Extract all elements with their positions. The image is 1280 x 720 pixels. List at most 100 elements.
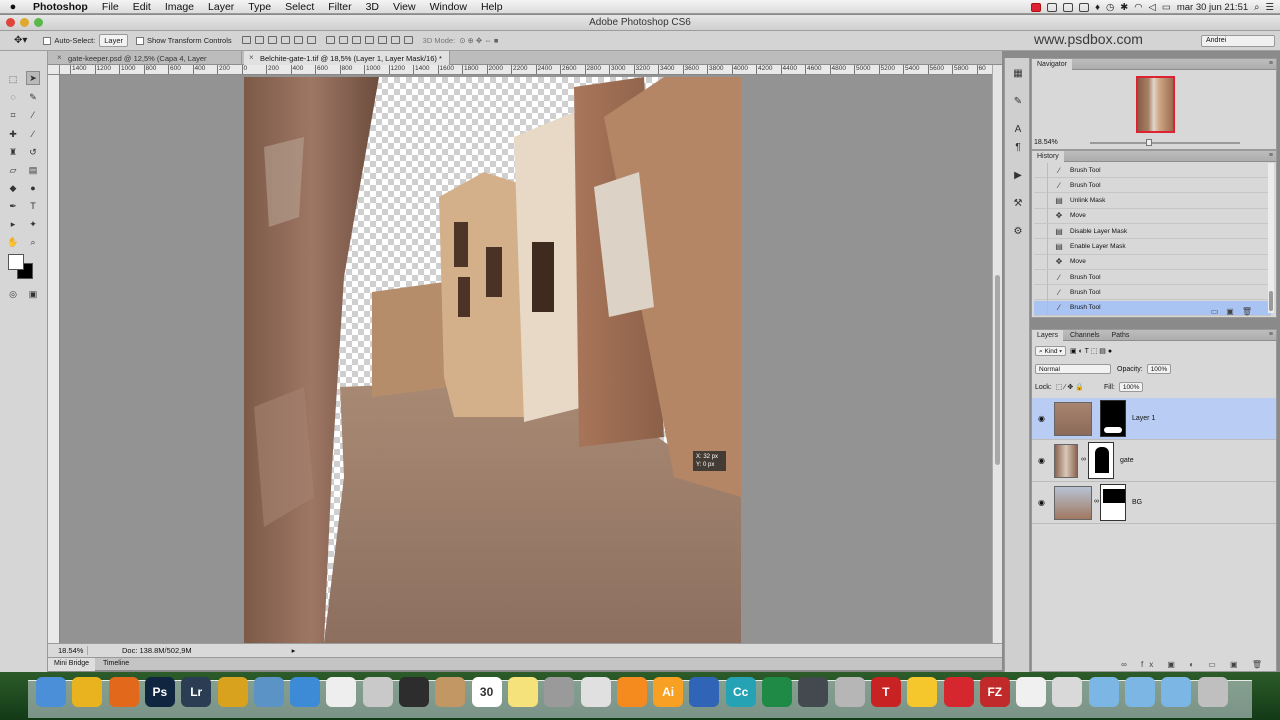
status-app-icon-2[interactable] (1063, 2, 1074, 12)
tab-timeline[interactable]: Timeline (97, 658, 135, 671)
tab-channels[interactable]: Channels (1065, 330, 1105, 341)
tab-belchite-gate[interactable]: × Belchite-gate-1.tif @ 18,5% (Layer 1, … (244, 51, 450, 65)
navigator-thumbnail[interactable] (1136, 76, 1175, 133)
kind-filter-dropdown[interactable]: ⌕ Kind ▾ (1035, 346, 1067, 356)
eye-icon[interactable]: ◉ (1038, 414, 1045, 423)
dock-app-folder2-icon[interactable] (1125, 677, 1155, 707)
align-buttons[interactable] (240, 35, 318, 46)
auto-select-dropdown[interactable]: Layer (99, 34, 129, 47)
workspace-dropdown[interactable]: Andrei (1201, 35, 1275, 47)
dock-app-finder-icon[interactable] (36, 677, 66, 707)
dock-app-ai-icon[interactable]: Ai (653, 677, 684, 707)
dock-app-outlook-icon[interactable] (217, 677, 248, 707)
history-item[interactable]: ✥ Move (1034, 208, 1271, 224)
layer-mask-thumbnail[interactable] (1100, 484, 1126, 521)
layer-row-layer-1[interactable]: ◉ Layer 1 (1032, 398, 1276, 440)
eyedropper-tool-icon[interactable]: ⁄ (26, 108, 40, 122)
bell-icon[interactable]: ♦ (1095, 2, 1100, 13)
blur-tool-icon[interactable]: ◆ (6, 181, 20, 195)
eye-icon[interactable]: ◉ (1038, 456, 1045, 465)
menubar-clock[interactable]: mar 30 jun 21:51 (1177, 2, 1248, 13)
quick-select-tool-icon[interactable]: ✎ (26, 90, 40, 104)
dock-app-launchpad-icon[interactable] (362, 677, 393, 707)
scroll-thumb[interactable] (995, 275, 1000, 465)
eraser-tool-icon[interactable]: ▱ (6, 163, 20, 177)
clone-stamp-icon[interactable]: ♜ (6, 145, 20, 159)
spotlight-icon[interactable]: ⌕ (1254, 2, 1259, 13)
dock-app-word-icon[interactable] (689, 677, 720, 707)
dock-app-vlc-icon[interactable] (616, 677, 647, 707)
healing-brush-icon[interactable]: ✚ (6, 127, 20, 141)
dock-app-mega-icon[interactable] (943, 677, 974, 707)
dock-app-editor-icon[interactable] (1016, 677, 1047, 707)
dock-app-cyberduck-icon[interactable] (907, 677, 938, 707)
history-footer-icons[interactable]: ▭▣🗑 (1211, 307, 1260, 316)
history-snapshot-toggle[interactable] (1034, 300, 1048, 316)
bluetooth-icon[interactable]: ✱ (1120, 2, 1128, 13)
status-arrow-icon[interactable]: ▸ (292, 646, 296, 655)
time-machine-icon[interactable]: ◷ (1106, 2, 1114, 13)
layer-name[interactable]: BG (1132, 499, 1142, 506)
layer-thumbnail[interactable] (1054, 486, 1092, 520)
wifi-icon[interactable]: ◠ (1134, 2, 1142, 13)
history-item[interactable]: ∕ Brush Tool (1034, 284, 1271, 301)
menu-3d[interactable]: 3D (359, 1, 386, 13)
brush-tool-icon[interactable]: ∕ (26, 127, 40, 141)
dock-app-excel-icon[interactable] (762, 677, 792, 707)
history-item[interactable]: ∕ Brush Tool (1034, 162, 1271, 178)
lock-icons[interactable]: ⬚ ∕ ✥ 🔒 (1056, 383, 1084, 391)
navigator-zoom[interactable]: 18.54% (1034, 139, 1058, 146)
quick-mask-icon[interactable]: ◎ (6, 287, 20, 301)
dock-app-safari-icon[interactable] (290, 677, 321, 707)
dock-app-clap-icon[interactable] (798, 677, 829, 707)
vertical-ruler[interactable] (48, 75, 60, 643)
layer-name[interactable]: gate (1120, 457, 1134, 464)
distribute-buttons[interactable] (324, 35, 415, 46)
opacity-field[interactable]: 100% (1146, 364, 1172, 374)
volume-icon[interactable]: ◁ (1149, 2, 1156, 13)
close-icon[interactable]: × (249, 53, 254, 62)
history-snapshot-toggle[interactable] (1034, 177, 1048, 193)
dock-app-fz-icon[interactable]: FZ (979, 677, 1010, 707)
dock-app-contacts-icon[interactable] (435, 677, 466, 707)
actions-icon[interactable]: ▶ (1012, 170, 1024, 182)
history-snapshot-toggle[interactable] (1034, 269, 1048, 285)
type-tool-icon[interactable]: T (26, 199, 40, 213)
history-snapshot-toggle[interactable] (1034, 208, 1048, 224)
tab-gate-keeper[interactable]: × gate-keeper.psd @ 12,5% (Capa 4, Layer… (52, 51, 242, 72)
screen-mode-icon[interactable]: ▣ (26, 287, 40, 301)
lasso-tool-icon[interactable]: ◌ (6, 90, 20, 104)
blend-mode-dropdown[interactable]: Normal (1035, 364, 1111, 374)
swatches-icon[interactable]: ▦ (1012, 68, 1024, 80)
tab-paths[interactable]: Paths (1107, 330, 1135, 341)
eye-icon[interactable]: ◉ (1038, 498, 1045, 507)
tab-layers[interactable]: Layers (1032, 330, 1064, 341)
dock-app-t-icon[interactable]: T (870, 677, 901, 707)
history-item[interactable]: ✥ Move (1034, 254, 1271, 270)
gradient-tool-icon[interactable]: ▤ (26, 163, 40, 177)
show-transform-checkbox[interactable] (136, 36, 147, 45)
zoom-field[interactable]: 18.54% (48, 646, 88, 655)
layers-footer-icons[interactable]: ∞ fx ▣ ◐ ▭ ▣ 🗑 (1121, 660, 1268, 669)
navigator-zoom-slider[interactable] (1090, 139, 1240, 146)
layer-mask-thumbnail[interactable] (1088, 442, 1114, 479)
zoom-tool-icon[interactable]: ⌕ (26, 235, 40, 249)
dock-app-ps-icon[interactable]: Ps (144, 677, 175, 707)
pen-tool-icon[interactable]: ✒ (6, 199, 20, 213)
history-item[interactable]: ▤ Enable Layer Mask (1034, 239, 1271, 255)
menu-help[interactable]: Help (474, 1, 510, 13)
dock-app-cc-icon[interactable]: Cc (725, 677, 756, 707)
dock-app-firefox-icon[interactable] (108, 677, 139, 707)
history-scrollbar[interactable] (1268, 163, 1274, 313)
move-tool-icon[interactable]: ➤ (26, 71, 40, 85)
menu-image[interactable]: Image (158, 1, 201, 13)
app-menu[interactable]: Photoshop (26, 1, 95, 13)
history-snapshot-toggle[interactable] (1034, 162, 1048, 178)
history-snapshot-toggle[interactable] (1034, 239, 1048, 254)
menu-window[interactable]: Window (423, 1, 474, 13)
dock-app-clock-icon[interactable] (544, 677, 575, 707)
history-item[interactable]: ▤ Disable Layer Mask (1034, 223, 1271, 240)
tab-mini-bridge[interactable]: Mini Bridge (48, 658, 96, 671)
screen-icon[interactable] (1079, 2, 1090, 12)
history-brush-icon[interactable]: ↺ (26, 145, 40, 159)
